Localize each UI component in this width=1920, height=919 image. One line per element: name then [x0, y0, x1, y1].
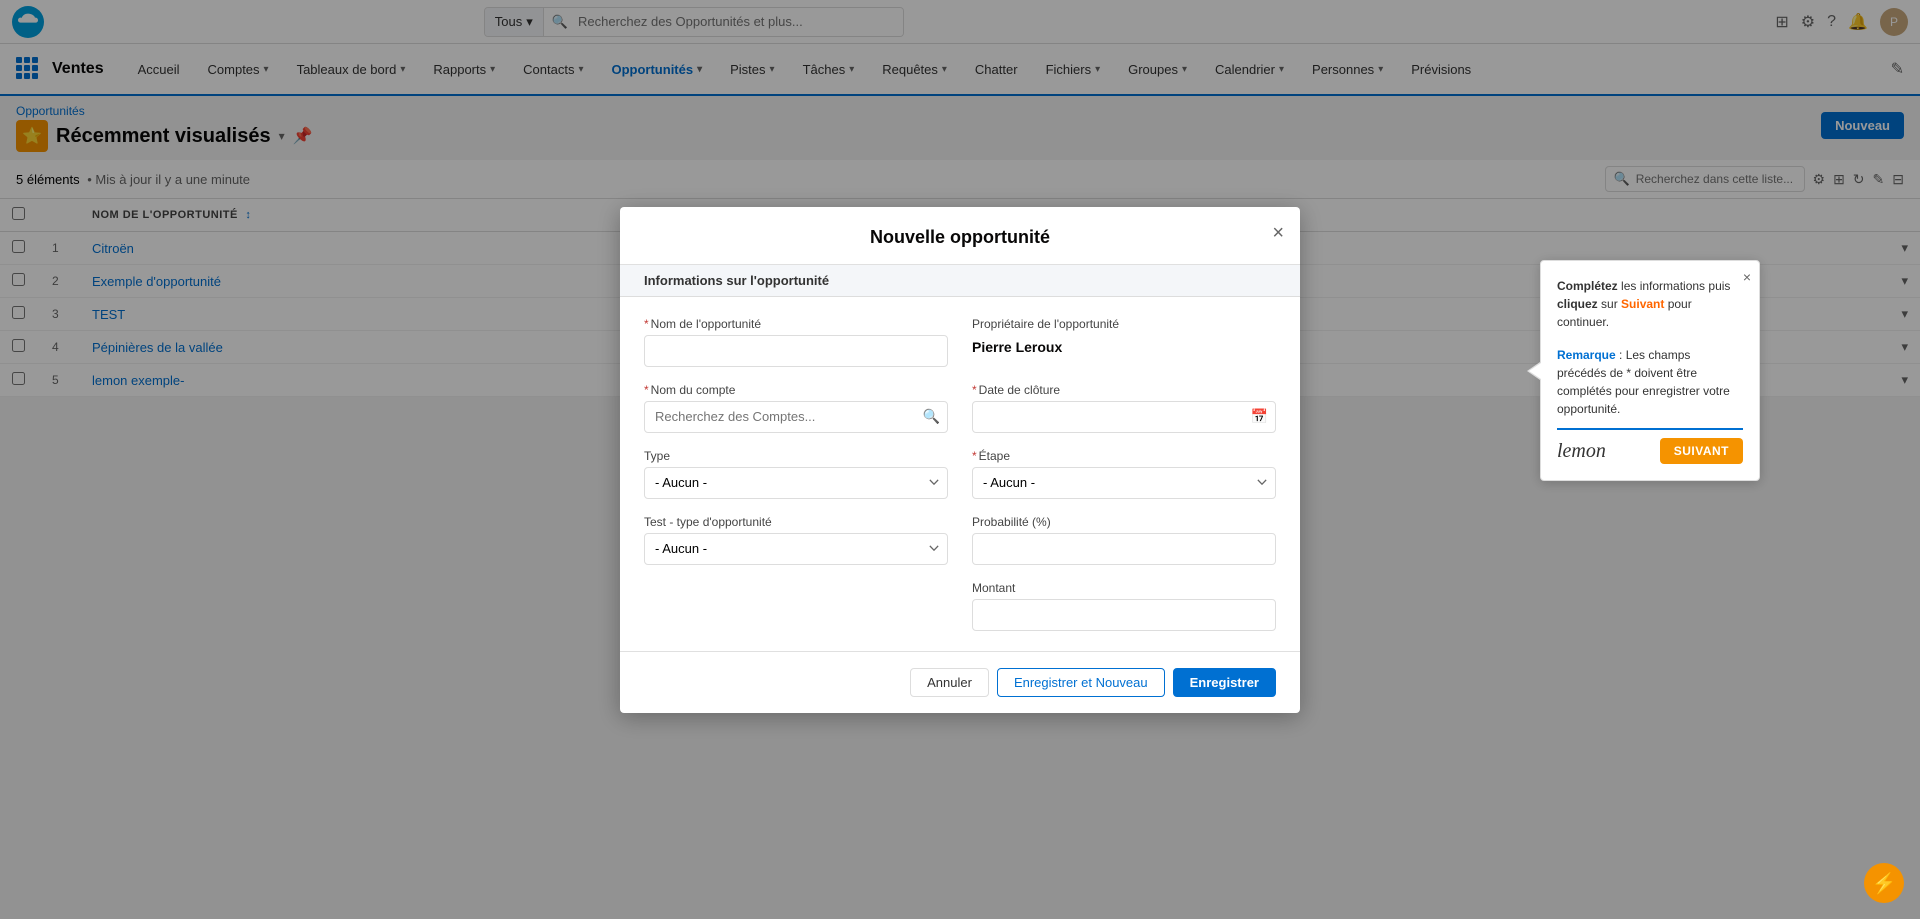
required-marker: * — [644, 317, 649, 331]
field-etape: *Étape - Aucun - — [972, 449, 1276, 499]
lemon-learning-tooltip: × Complétez les informations puis clique… — [1540, 260, 1760, 481]
tooltip-footer: lemon SUIVANT — [1557, 438, 1743, 464]
field-test-type: Test - type d'opportunité - Aucun - — [644, 515, 948, 565]
modal-title: Nouvelle opportunité — [870, 227, 1050, 247]
form-grid: *Nom de l'opportunité Propriétaire de l'… — [644, 317, 1276, 631]
tooltip-close-button[interactable]: × — [1743, 269, 1751, 285]
tooltip-suivant-ref: Suivant — [1621, 297, 1664, 311]
tooltip-remark-label: Remarque — [1557, 348, 1616, 362]
field-probabilite: Probabilité (%) — [972, 515, 1276, 565]
date-cloture-input-wrapper: 📅 — [972, 401, 1276, 433]
tooltip-arrow — [1529, 363, 1541, 379]
label-proprietaire: Propriétaire de l'opportunité — [972, 317, 1276, 331]
required-marker: * — [644, 383, 649, 397]
tooltip-text-2: sur — [1598, 297, 1621, 311]
bot-icon: ⚡ — [1872, 871, 1897, 896]
field-nom-compte: *Nom du compte 🔍 — [644, 383, 948, 433]
label-date-cloture: *Date de clôture — [972, 383, 1276, 397]
field-date-cloture: *Date de clôture 📅 — [972, 383, 1276, 433]
select-test-type[interactable]: - Aucun - — [644, 533, 948, 565]
nom-compte-input-wrapper: 🔍 — [644, 401, 948, 433]
tooltip-text: Complétez les informations puis cliquez … — [1557, 277, 1743, 331]
label-test-type: Test - type d'opportunité — [644, 515, 948, 529]
select-etape[interactable]: - Aucun - — [972, 467, 1276, 499]
save-button[interactable]: Enregistrer — [1173, 668, 1276, 697]
field-proprietaire: Propriétaire de l'opportunité Pierre Ler… — [972, 317, 1276, 367]
field-nom-opportunite: *Nom de l'opportunité — [644, 317, 948, 367]
modal-header: Nouvelle opportunité × — [620, 207, 1300, 265]
label-etape: *Étape — [972, 449, 1276, 463]
label-type: Type — [644, 449, 948, 463]
input-nom-compte[interactable] — [644, 401, 948, 433]
suivant-button[interactable]: SUIVANT — [1660, 438, 1743, 464]
field-montant: Montant — [972, 581, 1276, 631]
tooltip-bold-2: cliquez — [1557, 297, 1598, 311]
modal-footer: Annuler Enregistrer et Nouveau Enregistr… — [620, 651, 1300, 713]
modal-section-header: Informations sur l'opportunité — [620, 265, 1300, 297]
input-montant[interactable] — [972, 599, 1276, 631]
tooltip-bold-1: Complétez — [1557, 279, 1618, 293]
modal-body: *Nom de l'opportunité Propriétaire de l'… — [620, 297, 1300, 651]
label-nom-compte: *Nom du compte — [644, 383, 948, 397]
input-nom-opportunite[interactable] — [644, 335, 948, 367]
modal-close-button[interactable]: × — [1272, 223, 1284, 243]
required-marker: * — [972, 383, 977, 397]
input-probabilite[interactable] — [972, 533, 1276, 565]
label-nom-opportunite: *Nom de l'opportunité — [644, 317, 948, 331]
lemon-learning-logo: lemon — [1557, 440, 1606, 463]
new-opportunity-modal: Nouvelle opportunité × Informations sur … — [620, 207, 1300, 713]
required-marker: * — [972, 449, 977, 463]
input-date-cloture[interactable] — [972, 401, 1276, 433]
cancel-button[interactable]: Annuler — [910, 668, 989, 697]
tooltip-progress-bar — [1557, 428, 1743, 430]
lemon-learning-bot[interactable]: ⚡ — [1864, 863, 1904, 903]
field-type: Type - Aucun - — [644, 449, 948, 499]
label-montant: Montant — [972, 581, 1276, 595]
save-new-button[interactable]: Enregistrer et Nouveau — [997, 668, 1165, 697]
tooltip-text-1: les informations puis — [1618, 279, 1731, 293]
tooltip-remark: Remarque : Les champs précédés de * doiv… — [1557, 346, 1743, 418]
select-type[interactable]: - Aucun - — [644, 467, 948, 499]
proprietaire-value: Pierre Leroux — [972, 335, 1276, 359]
label-probabilite: Probabilité (%) — [972, 515, 1276, 529]
